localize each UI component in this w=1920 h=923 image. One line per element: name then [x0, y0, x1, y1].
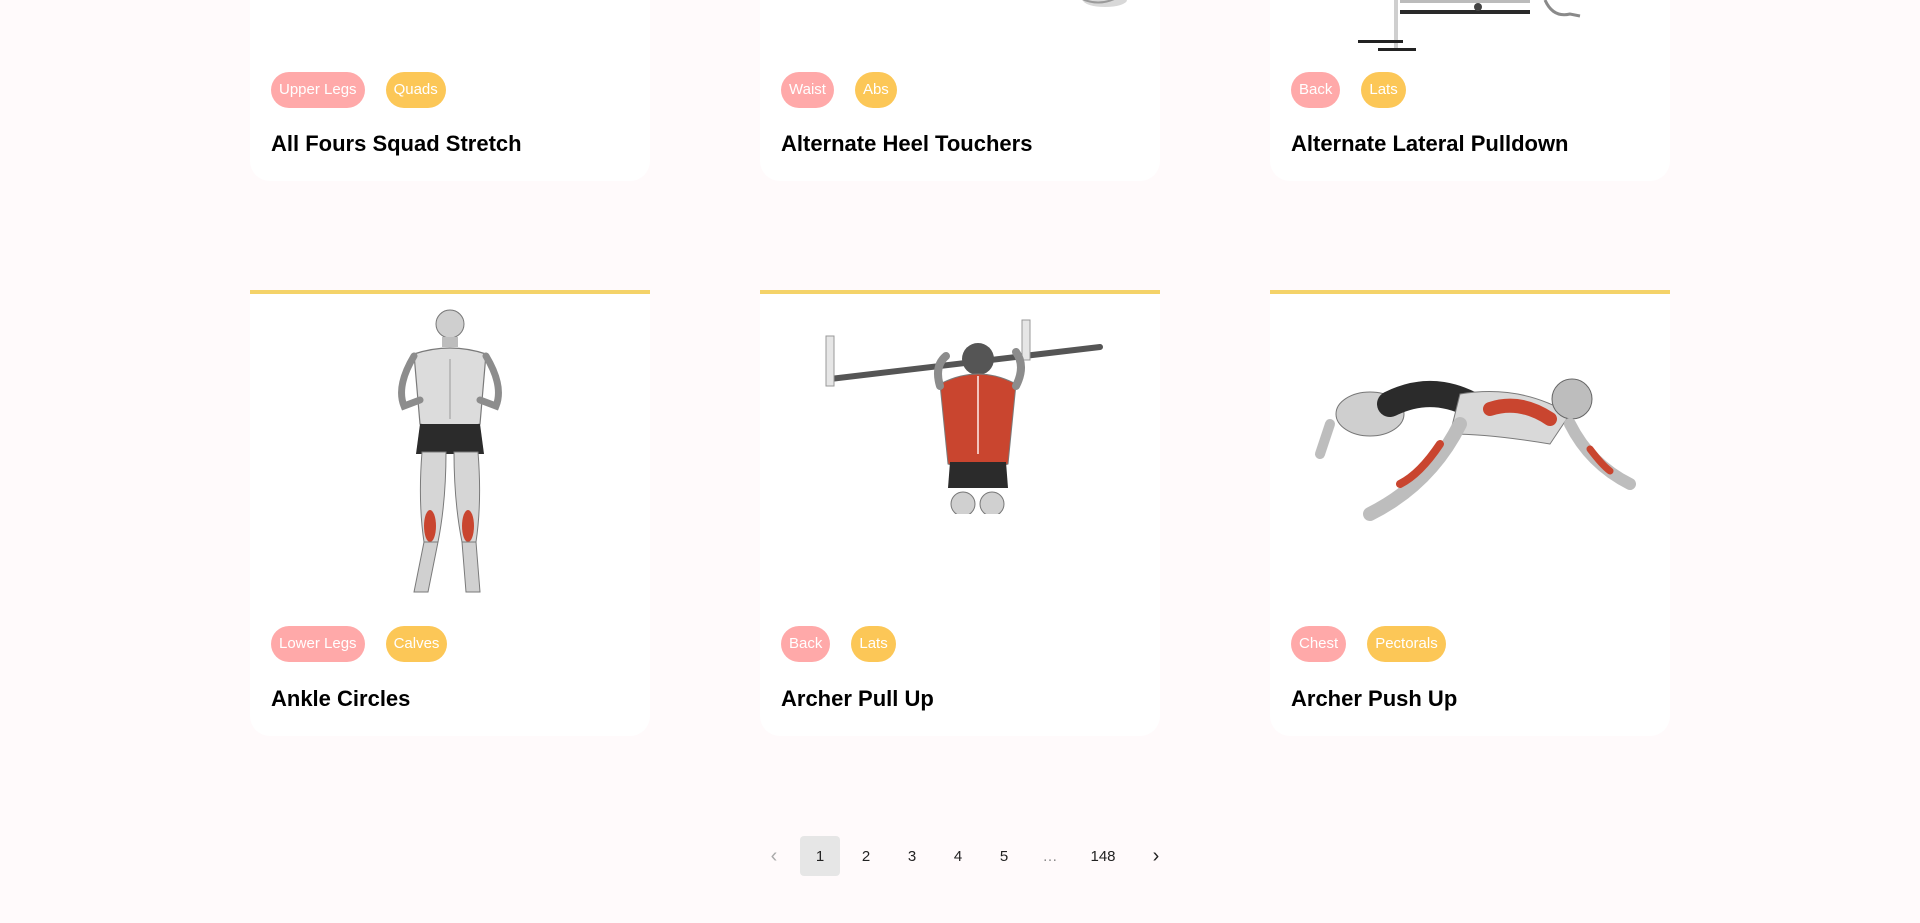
- pagination: ‹ 1 2 3 4 5 … 148 ›: [751, 836, 1179, 876]
- exercise-title: Ankle Circles: [271, 686, 411, 711]
- exercise-image: [250, 304, 650, 604]
- body-part-tag[interactable]: Chest: [1291, 626, 1347, 662]
- exercise-card[interactable]: Chest Pectorals Archer Push Up: [1270, 290, 1670, 736]
- target-muscle-tag[interactable]: Abs: [854, 72, 897, 108]
- exercise-image: [1270, 0, 1670, 55]
- target-muscle-tag[interactable]: Lats: [1361, 72, 1406, 108]
- exercise-image: [760, 314, 1160, 514]
- exercise-title: Archer Push Up: [1291, 686, 1458, 711]
- page-button-5[interactable]: 5: [984, 836, 1024, 876]
- body-part-tag[interactable]: Lower Legs: [271, 626, 365, 662]
- exercise-title: All Fours Squad Stretch: [271, 131, 522, 156]
- body-part-tag[interactable]: Upper Legs: [271, 72, 365, 108]
- page-button-2[interactable]: 2: [846, 836, 886, 876]
- pagination-ellipsis: …: [1042, 847, 1058, 865]
- tag-group: Upper Legs Quads: [271, 72, 446, 108]
- body-part-tag[interactable]: Waist: [781, 72, 834, 108]
- exercise-title: Archer Pull Up: [781, 686, 934, 711]
- previous-page-button[interactable]: ‹: [754, 836, 794, 876]
- next-page-button[interactable]: ›: [1136, 836, 1176, 876]
- exercise-title: Alternate Heel Touchers: [781, 131, 1033, 156]
- chevron-left-icon: ‹: [770, 845, 778, 867]
- exercise-card[interactable]: Lower Legs Calves Ankle Circles: [250, 290, 650, 736]
- target-muscle-tag[interactable]: Quads: [385, 72, 446, 108]
- page-button-1[interactable]: 1: [800, 836, 840, 876]
- page-button-last[interactable]: 148: [1076, 836, 1130, 876]
- exercise-title: Alternate Lateral Pulldown: [1291, 131, 1569, 156]
- page-button-3[interactable]: 3: [892, 836, 932, 876]
- target-muscle-tag[interactable]: Pectorals: [1367, 626, 1446, 662]
- tag-group: Back Lats: [1291, 72, 1406, 108]
- exercise-image: [760, 0, 1160, 20]
- body-part-tag[interactable]: Back: [781, 626, 831, 662]
- exercise-card[interactable]: Waist Abs Alternate Heel Touchers: [760, 0, 1160, 181]
- target-muscle-tag[interactable]: Lats: [851, 626, 896, 662]
- chevron-right-icon: ›: [1152, 845, 1160, 867]
- exercise-card[interactable]: Upper Legs Quads All Fours Squad Stretch: [250, 0, 650, 181]
- exercise-card[interactable]: Back Lats Archer Pull Up: [760, 290, 1160, 736]
- target-muscle-tag[interactable]: Calves: [385, 626, 448, 662]
- tag-group: Lower Legs Calves: [271, 626, 448, 662]
- page-button-4[interactable]: 4: [938, 836, 978, 876]
- tag-group: Waist Abs: [781, 72, 897, 108]
- exercise-image: [1270, 354, 1670, 554]
- tag-group: Chest Pectorals: [1291, 626, 1446, 662]
- tag-group: Back Lats: [781, 626, 896, 662]
- body-part-tag[interactable]: Back: [1291, 72, 1341, 108]
- exercise-card[interactable]: Back Lats Alternate Lateral Pulldown: [1270, 0, 1670, 181]
